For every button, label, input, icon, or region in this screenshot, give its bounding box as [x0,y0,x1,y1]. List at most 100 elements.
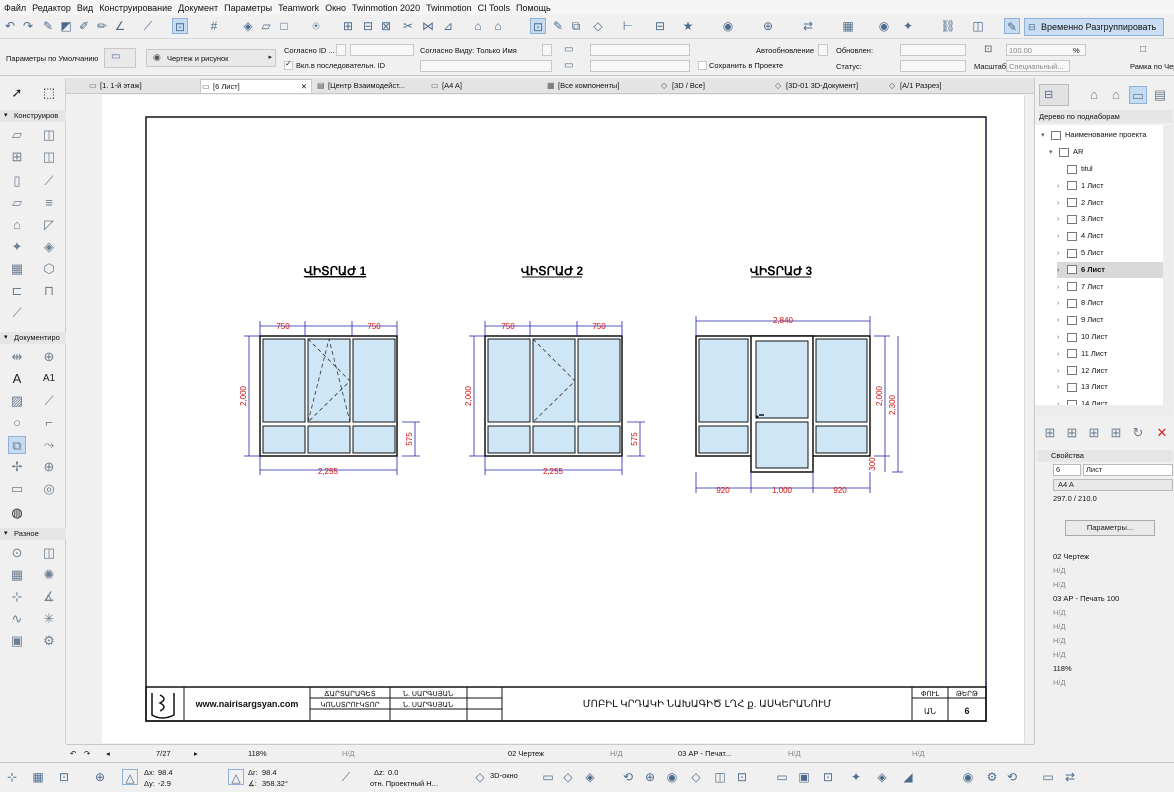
master-dropdown[interactable]: A4 A [1053,479,1173,491]
snap-mode-icon[interactable]: ⊹ [4,769,20,785]
tab-3d-document[interactable]: ◇ [3D-01 3D-Документ] [774,79,858,93]
menu-help[interactable]: Помощь [516,3,551,13]
view-cube-icon[interactable]: ◇ [688,769,704,785]
delete-icon[interactable]: ✕ [1153,424,1171,442]
snap-icon[interactable]: ⊡ [172,18,188,34]
polar-icon[interactable]: △ [228,769,244,785]
new-drawing-icon[interactable]: ⊞ [1107,424,1125,442]
view3d-icon[interactable]: ◇ [590,18,606,34]
pencil-icon[interactable]: ✏ [94,18,110,34]
grid-icon[interactable]: # [206,18,222,34]
menu-design[interactable]: Конструирование [99,3,172,13]
reference-label[interactable]: отн. Проектный Н... [370,779,438,788]
navigator-sheet-item[interactable]: › 7 Лист [1057,279,1163,295]
navigator-sheet-item[interactable]: › 14 Лист [1057,396,1163,405]
ramp-tool-icon[interactable]: ⟋ [8,304,26,322]
column-tool-icon[interactable]: ▯ [8,172,26,190]
guide-icon[interactable]: ⟋ [140,18,156,34]
vertical-scrollbar[interactable] [1024,95,1034,743]
publisher-icon[interactable]: ▤ [1151,86,1169,104]
figure-tool-icon[interactable]: ▭ [8,480,26,498]
lamp-tool-icon[interactable]: ✺ [40,566,58,584]
teamwork-icon[interactable]: ⇄ [800,18,816,34]
object-tool-icon[interactable]: ◫ [40,148,58,166]
render-mode-icon[interactable]: ◈ [874,769,890,785]
polyline-tool-icon[interactable]: ⌐ [40,414,58,432]
graphic-override-icon[interactable]: ✦ [848,769,864,785]
chevron-right-icon[interactable]: › [1057,364,1067,380]
hotspot-tool-icon[interactable]: ✢ [8,458,26,476]
path-field[interactable] [590,60,690,72]
chevron-right-icon[interactable]: › [1057,380,1067,396]
chevron-right-icon[interactable]: › [1057,263,1067,279]
suspend-icon[interactable]: ⊠ [378,18,394,34]
angle-icon[interactable]: ∠ [112,18,128,34]
navigator-sheet-item[interactable]: titul [1057,161,1163,177]
tab-all-components[interactable]: ▦ [Все компоненты] [546,79,619,93]
navigator-sheet-item[interactable]: › 9 Лист [1057,312,1163,328]
trim-icon[interactable]: ✂ [400,18,416,34]
surface-icon[interactable]: ▱ [258,18,274,34]
select-all-icon[interactable]: ⊡ [530,18,546,34]
robot-tool-icon[interactable]: ⚙ [40,632,58,650]
favorites-icon[interactable]: ★ [680,18,696,34]
ungroup-icon[interactable]: ⊟ [360,18,376,34]
label-tool-icon[interactable]: A1 [40,370,58,388]
zone-tool-icon[interactable]: ⬡ [40,260,58,278]
pen-icon[interactable]: ✎ [40,18,56,34]
angle-value[interactable]: 358.32° [262,779,288,788]
railing-tool-icon[interactable]: ⊓ [40,282,58,300]
camera-tool-icon[interactable]: ◎ [40,480,58,498]
dr-value[interactable]: 98.4 [262,768,277,777]
eyedropper-icon[interactable]: ✐ [76,18,92,34]
zoom-indicator[interactable]: 118% [248,749,267,758]
text-tool-icon[interactable]: A [8,370,26,388]
update-icon[interactable]: ↻ [1129,424,1147,442]
menu-options[interactable]: Параметры [224,3,272,13]
structure-icon[interactable]: ▣ [796,769,812,785]
cursor-snap-icon[interactable]: ⊕ [92,769,108,785]
section-icon[interactable]: ⊢ [620,18,636,34]
sync-icon[interactable]: ⟲ [1004,769,1020,785]
marker-icon[interactable]: ⍟ [308,18,324,34]
menu-file[interactable]: Файл [4,3,26,13]
tree-root[interactable]: ▾ Наименование проекта [1041,127,1163,143]
prev-page-icon[interactable]: ◂ [106,749,110,758]
navigator-sheet-item[interactable]: › 1 Лист [1057,178,1163,194]
menu-view[interactable]: Вид [77,3,93,13]
navigator-sheet-item[interactable]: › 4 Лист [1057,228,1163,244]
stair-tool-icon[interactable]: ≡ [40,194,58,212]
dimension-tool-icon[interactable]: ⇹ [8,348,26,366]
radial-dim-icon[interactable]: ∡ [40,588,58,606]
fill-tool-icon[interactable]: ▨ [8,392,26,410]
menu-ci-tools[interactable]: CI Tools [478,3,510,13]
box-view-icon[interactable]: ▭ [540,769,556,785]
layer-icon[interactable]: ◈ [240,18,256,34]
group-icon[interactable]: ⊞ [340,18,356,34]
id-option-arrow[interactable] [336,44,346,56]
box-icon[interactable]: □ [276,18,292,34]
marquee-tool-icon[interactable]: ⬚ [40,84,58,102]
fill-icon[interactable]: ◩ [58,18,74,34]
menu-teamwork[interactable]: Teamwork [278,3,319,13]
beam-tool-icon[interactable]: ⟋ [40,172,58,190]
grid-snap-icon[interactable]: ▦ [30,769,46,785]
chevron-right-icon[interactable]: › [1057,330,1067,346]
tab-sheet-6[interactable]: ▭ [6 Лист] ✕ [200,79,312,93]
wall-tool-icon[interactable]: ▱ [8,126,26,144]
slab-tool-icon[interactable]: ▱ [8,194,26,212]
morph-tool-icon[interactable]: ✦ [8,238,26,256]
adjust-icon[interactable]: ⊿ [440,18,456,34]
chevron-right-icon[interactable]: › [1057,296,1067,312]
status-layer[interactable]: 02 Чертеж [508,749,544,758]
view3d-icon[interactable]: ◇ [472,769,488,785]
navigator-sheet-item[interactable]: › 2 Лист [1057,195,1163,211]
drawing-mode-dropdown[interactable]: ◉ Чертеж и рисунок ▸ [146,49,276,67]
dx-value[interactable]: 98.4 [158,768,173,777]
selection-icon[interactable]: ⊡ [820,769,836,785]
new-layout-icon[interactable]: ⊞ [1041,424,1059,442]
line-tool-icon[interactable]: ⟋ [40,392,58,410]
view-name-input[interactable] [420,60,552,72]
chevron-right-icon[interactable]: › [1057,347,1067,363]
roof-icon[interactable]: ⌂ [470,18,486,34]
